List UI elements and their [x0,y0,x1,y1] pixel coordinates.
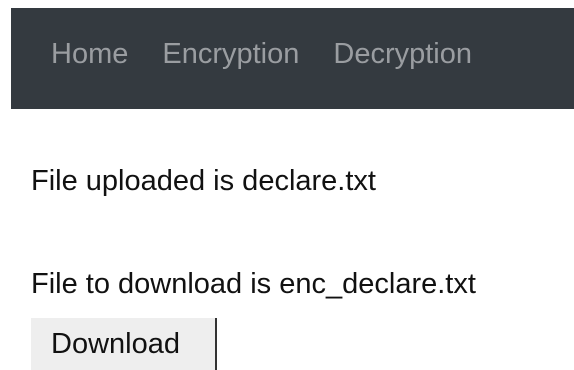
nav-encryption-link[interactable]: Encryption [162,40,299,69]
page: Home Encryption Decryption File uploaded… [0,0,574,370]
main-nav: Home Encryption Decryption [51,40,472,69]
nav-decryption-link[interactable]: Decryption [333,40,472,69]
top-navbar: Home Encryption Decryption [11,8,574,109]
download-file-message: File to download is enc_declare.txt [31,268,476,300]
nav-home-link[interactable]: Home [51,40,128,69]
download-button[interactable]: Download [31,318,217,370]
uploaded-file-message: File uploaded is declare.txt [31,165,376,197]
